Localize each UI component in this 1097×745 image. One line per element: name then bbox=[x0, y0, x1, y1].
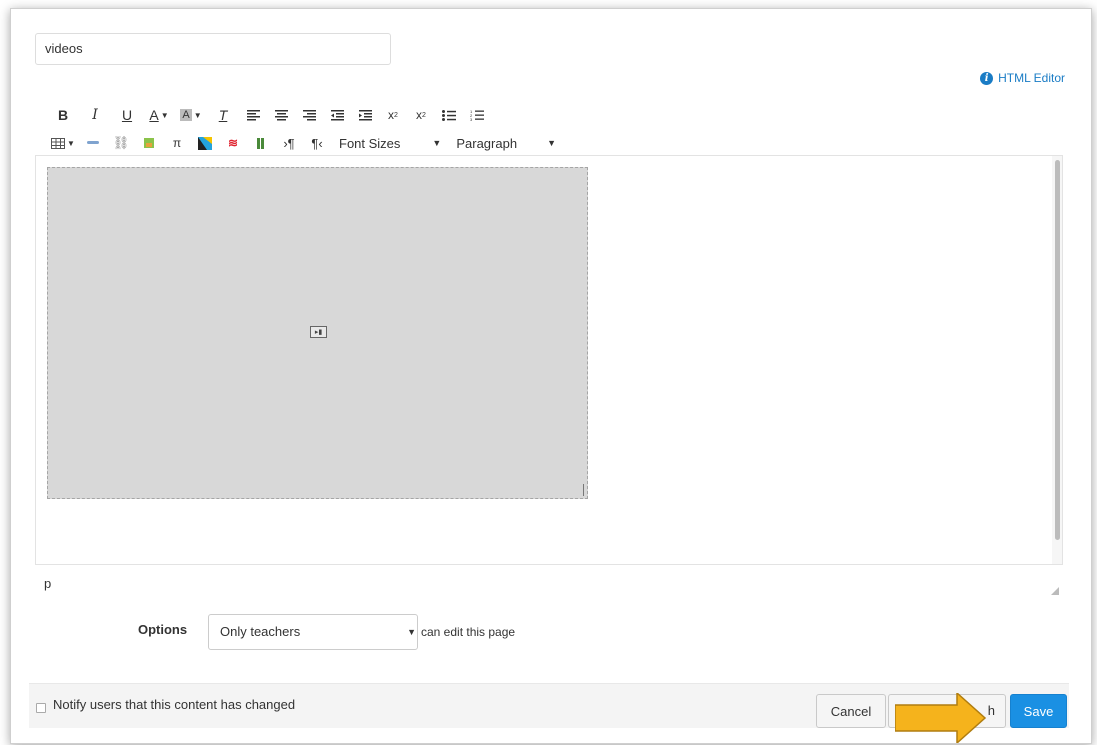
font-sizes-label: Font Sizes bbox=[339, 135, 401, 151]
text-color-button[interactable]: A ▼ bbox=[143, 104, 175, 126]
save-button[interactable]: Save bbox=[1010, 694, 1067, 728]
superscript-button[interactable]: x2 bbox=[379, 104, 407, 126]
align-right-button[interactable] bbox=[295, 104, 323, 126]
link-button[interactable] bbox=[79, 132, 107, 154]
video-embed-placeholder[interactable]: ▸▮ bbox=[47, 167, 588, 499]
page-editor-window: videos i HTML Editor B I U A ▼ A ▼ T x2 x2 bbox=[10, 8, 1092, 744]
underline-button[interactable]: U bbox=[111, 104, 143, 126]
editing-roles-value: Only teachers bbox=[220, 624, 301, 639]
align-left-button[interactable] bbox=[239, 104, 267, 126]
image-icon bbox=[144, 138, 154, 148]
numbered-list-icon: 123 bbox=[470, 109, 484, 121]
background-color-button[interactable]: A ▼ bbox=[175, 104, 207, 126]
align-center-icon bbox=[274, 109, 288, 120]
clear-formatting-button[interactable]: T bbox=[207, 104, 239, 126]
book-icon bbox=[257, 137, 264, 149]
paragraph-dropdown[interactable]: Paragraph ▼ bbox=[456, 132, 556, 154]
bullet-list-button[interactable] bbox=[435, 104, 463, 126]
numbered-list-button[interactable]: 123 bbox=[463, 104, 491, 126]
lti-tool-button[interactable]: ≋ bbox=[219, 132, 247, 154]
notify-checkbox[interactable] bbox=[36, 703, 46, 713]
notify-label: Notify users that this content has chang… bbox=[53, 697, 296, 712]
font-sizes-dropdown[interactable]: Font Sizes ▼ bbox=[339, 132, 441, 154]
ltr-button[interactable]: ›¶ bbox=[275, 132, 303, 154]
table-button[interactable]: ▼ bbox=[47, 132, 79, 154]
bold-button[interactable]: B bbox=[47, 104, 79, 126]
bullet-list-icon bbox=[442, 109, 456, 121]
rich-content-editor[interactable]: ▸▮ bbox=[35, 155, 1063, 565]
align-right-icon bbox=[302, 109, 316, 120]
editor-resize-grip[interactable] bbox=[1051, 587, 1059, 595]
cancel-button[interactable]: Cancel bbox=[816, 694, 886, 728]
editor-scrollbar[interactable] bbox=[1052, 156, 1062, 564]
chevron-down-icon: ▼ bbox=[407, 627, 416, 637]
table-icon bbox=[51, 137, 66, 149]
italic-button[interactable]: I bbox=[79, 104, 111, 126]
chevron-down-icon: ▼ bbox=[547, 138, 556, 148]
info-icon: i bbox=[980, 71, 994, 85]
link-icon bbox=[87, 141, 99, 144]
rtl-button[interactable]: ¶‹ bbox=[303, 132, 331, 154]
tool-book-button[interactable] bbox=[247, 132, 275, 154]
paragraph-label: Paragraph bbox=[456, 135, 518, 151]
scrollbar-thumb[interactable] bbox=[1055, 160, 1060, 540]
video-icon: ▸▮ bbox=[310, 326, 327, 338]
toolbar-row-1: B I U A ▼ A ▼ T x2 x2 123 bbox=[47, 104, 491, 126]
align-left-icon bbox=[246, 109, 260, 120]
indent-button[interactable] bbox=[351, 104, 379, 126]
chevron-down-icon: ▼ bbox=[432, 138, 442, 148]
html-editor-label: HTML Editor bbox=[998, 71, 1065, 85]
editing-roles-select[interactable]: Only teachers ▼ bbox=[208, 614, 418, 650]
subscript-button[interactable]: x2 bbox=[407, 104, 435, 126]
outdent-icon bbox=[330, 109, 344, 120]
indent-icon bbox=[358, 109, 372, 120]
media-icon bbox=[198, 136, 212, 150]
html-editor-link[interactable]: i HTML Editor bbox=[980, 71, 1065, 85]
toolbar-row-2: ▼ ⛓ π ≋ ›¶ ¶‹ Font Sizes ▼ Paragraph ▼ bbox=[47, 132, 556, 154]
insert-image-button[interactable] bbox=[135, 132, 163, 154]
element-path: p bbox=[44, 576, 52, 591]
align-center-button[interactable] bbox=[267, 104, 295, 126]
unlink-button[interactable]: ⛓ bbox=[107, 132, 135, 154]
page-title-input[interactable]: videos bbox=[35, 33, 391, 65]
options-suffix: can edit this page bbox=[421, 625, 516, 639]
svg-text:3: 3 bbox=[470, 117, 473, 121]
publish-button-label: h bbox=[987, 703, 995, 718]
media-button[interactable] bbox=[191, 132, 219, 154]
equation-button[interactable]: π bbox=[163, 132, 191, 154]
embed-resize-handle[interactable] bbox=[583, 484, 584, 496]
options-label: Options bbox=[138, 622, 188, 637]
outdent-button[interactable] bbox=[323, 104, 351, 126]
highlight-arrow-annotation bbox=[895, 693, 987, 743]
